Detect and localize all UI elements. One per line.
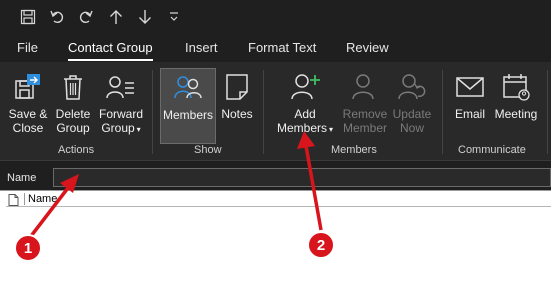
name-row: Name [0,160,551,192]
forward-group-button[interactable]: Forward Group ▾ [96,68,146,144]
update-person-icon [395,70,429,104]
tab-review[interactable]: Review [346,40,389,55]
update-now-label-2: Now [399,121,424,135]
document-icon [8,193,19,211]
up-arrow-icon[interactable] [106,6,126,28]
undo-icon[interactable] [47,6,67,28]
meeting-button[interactable]: Meeting [492,68,540,144]
customize-icon[interactable] [164,6,184,28]
add-members-button[interactable]: Add Members ▾ [274,68,336,144]
envelope-icon [453,70,487,104]
tab-format-text[interactable]: Format Text [248,40,316,55]
add-members-label-2: Members ▾ [277,121,333,137]
save-close-button[interactable]: Save & Close [4,68,52,144]
update-now-label-1: Update [392,107,432,121]
remove-member-button[interactable]: Remove Member [340,68,390,144]
save-close-icon [11,70,45,104]
delete-group-button[interactable]: Delete Group [52,68,94,144]
members-view-label: Members [162,108,213,122]
column-header-name[interactable]: Name [28,193,57,205]
forward-group-icon [104,70,138,104]
email-label: Email [454,107,485,121]
group-label-actions: Actions [58,144,95,156]
tab-file[interactable]: File [17,40,38,55]
redo-icon[interactable] [76,6,96,28]
group-label-communicate: Communicate [458,144,526,156]
remove-person-icon [348,70,382,104]
chevron-down-icon: ▾ [329,125,334,134]
remove-member-label-2: Member [342,121,387,135]
save-close-label-2: Close [12,121,44,135]
meeting-label: Meeting [494,107,538,121]
delete-group-label-2: Group [56,121,90,135]
group-separator [152,70,153,154]
save-close-label-1: Save & [8,107,48,121]
ribbon-tabs: File Contact Group Insert Format Text Re… [0,34,551,62]
group-label-show: Show [194,144,222,156]
meeting-calendar-icon [499,70,533,104]
down-arrow-icon[interactable] [135,6,155,28]
trash-icon [56,70,90,104]
remove-member-label-1: Remove [342,107,388,121]
chevron-down-icon: ▾ [136,125,141,134]
group-separator [442,70,443,154]
group-name-input[interactable] [53,168,551,187]
email-button[interactable]: Email [450,68,490,144]
notes-label: Notes [221,107,253,121]
name-field-label: Name [7,172,37,184]
notes-icon [220,70,254,104]
save-icon[interactable] [18,6,38,28]
members-view-icon [171,71,205,105]
quick-access-toolbar [0,0,551,34]
members-view-button[interactable]: Members [160,68,216,144]
notes-button[interactable]: Notes [218,68,256,144]
list-header: Name [6,191,551,207]
column-separator [24,193,25,205]
tab-contact-group[interactable]: Contact Group [68,40,153,61]
callout-2: 2 [307,231,335,259]
add-members-label-text: Members [276,121,327,135]
group-label-members: Members [331,144,377,156]
update-now-button[interactable]: Update Now [390,68,434,144]
ribbon: Save & Close Delete Group Forward Group ▾… [0,62,551,160]
add-members-label-1: Add [294,107,316,121]
group-separator [263,70,264,154]
members-list[interactable]: Name [0,190,551,285]
callout-1: 1 [14,234,42,262]
delete-group-label-1: Delete [55,107,91,121]
tab-insert[interactable]: Insert [185,40,218,55]
forward-group-label-text: Group [101,121,135,135]
forward-group-label-1: Forward [98,107,143,121]
forward-group-label-2: Group ▾ [101,121,140,137]
add-person-icon [288,70,322,104]
group-separator [547,70,548,154]
